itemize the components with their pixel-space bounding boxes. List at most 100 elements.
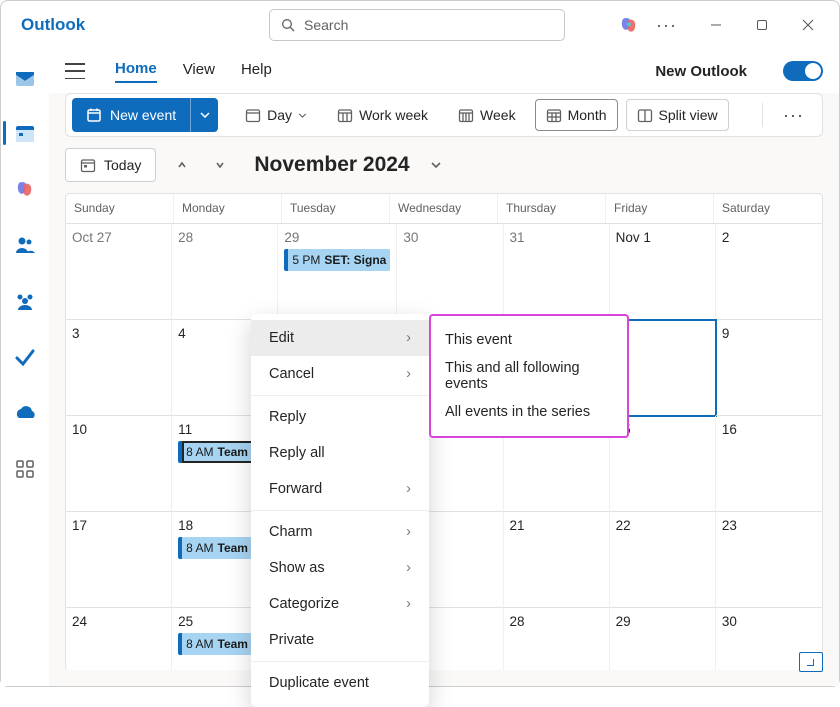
calendar-cell[interactable]: Oct 27 bbox=[66, 224, 172, 320]
ctx-charm[interactable]: Charm› bbox=[251, 514, 429, 550]
left-rail bbox=[1, 49, 49, 686]
rail-people[interactable] bbox=[1, 225, 49, 265]
hamburger-icon[interactable] bbox=[65, 63, 85, 79]
titlebar-more-icon[interactable]: ··· bbox=[648, 15, 685, 36]
date-label: 15 bbox=[616, 422, 709, 437]
maximize-button[interactable] bbox=[739, 9, 785, 41]
rail-mail[interactable] bbox=[1, 57, 49, 97]
calendar-cell[interactable]: 24 bbox=[66, 608, 172, 670]
calendar-cell[interactable]: 29 bbox=[610, 608, 716, 670]
ctx-reply-all[interactable]: Reply all bbox=[251, 435, 429, 471]
calendar-cell[interactable]: 21 bbox=[504, 512, 610, 608]
app-name: Outlook bbox=[9, 15, 269, 35]
ctx-reply-label: Reply bbox=[269, 409, 306, 425]
tab-home[interactable]: Home bbox=[115, 60, 157, 83]
title-bar: Outlook Search ··· bbox=[1, 1, 839, 49]
rail-more-apps[interactable] bbox=[1, 449, 49, 489]
calendar-cell[interactable]: 17 bbox=[66, 512, 172, 608]
ribbon-more-icon[interactable]: ··· bbox=[771, 105, 816, 126]
ctx-edit-label: Edit bbox=[269, 330, 294, 346]
calendar-cell[interactable]: 29 5 PMSET: Signa bbox=[278, 224, 397, 320]
view-workweek-button[interactable]: Work week bbox=[326, 99, 439, 131]
calendar-cell[interactable]: 22 bbox=[610, 512, 716, 608]
date-label: 16 bbox=[722, 422, 816, 437]
rail-onedrive[interactable] bbox=[1, 393, 49, 433]
calendar-cell[interactable]: 30 bbox=[397, 224, 503, 320]
chevron-right-icon: › bbox=[406, 560, 411, 576]
ctx-cancel-label: Cancel bbox=[269, 366, 314, 382]
split-view-button[interactable]: Split view bbox=[626, 99, 729, 131]
calendar-cell[interactable]: 16 bbox=[716, 416, 822, 512]
ctx-cancel[interactable]: Cancel› bbox=[251, 356, 429, 392]
ribbon: New event Day Work week Week bbox=[65, 93, 823, 137]
date-label: 30 bbox=[722, 614, 816, 629]
subctx-all[interactable]: All events in the series bbox=[431, 394, 627, 430]
date-nav-bar: Today November 2024 bbox=[49, 137, 839, 193]
today-button[interactable]: Today bbox=[65, 148, 156, 182]
ctx-separator bbox=[251, 510, 429, 511]
rail-groups[interactable] bbox=[1, 281, 49, 321]
date-label: 28 bbox=[178, 230, 271, 245]
search-icon bbox=[280, 17, 296, 33]
calendar-cell[interactable]: 23 bbox=[716, 512, 822, 608]
rail-todo[interactable] bbox=[1, 337, 49, 377]
calendar-cell[interactable]: Nov 1 bbox=[610, 224, 716, 320]
view-month-button[interactable]: Month bbox=[535, 99, 618, 131]
chevron-right-icon: › bbox=[406, 596, 411, 612]
date-label: Nov 1 bbox=[616, 230, 709, 245]
ctx-duplicate[interactable]: Duplicate event bbox=[251, 665, 429, 701]
ctx-show-as[interactable]: Show as› bbox=[251, 550, 429, 586]
ctx-categorize[interactable]: Categorize› bbox=[251, 586, 429, 622]
calendar-cell[interactable]: 28 bbox=[504, 608, 610, 670]
subctx-following[interactable]: This and all following events bbox=[431, 358, 627, 394]
ctx-forward[interactable]: Forward› bbox=[251, 471, 429, 507]
rail-calendar[interactable] bbox=[1, 113, 49, 153]
view-week-button[interactable]: Week bbox=[447, 99, 527, 131]
calendar-cell[interactable]: 3 bbox=[66, 320, 172, 416]
rail-copilot[interactable] bbox=[1, 169, 49, 209]
copilot-icon[interactable] bbox=[618, 14, 640, 36]
next-month-button[interactable] bbox=[208, 153, 232, 177]
event-title: SET: Signa bbox=[324, 253, 386, 267]
today-label: Today bbox=[104, 157, 141, 173]
close-button[interactable] bbox=[785, 9, 831, 41]
ctx-edit[interactable]: Edit› bbox=[251, 320, 429, 356]
calendar-cell[interactable]: 31 bbox=[504, 224, 610, 320]
dow-label: Saturday bbox=[714, 194, 822, 223]
side-panel-toggle-icon[interactable] bbox=[799, 652, 823, 672]
chevron-right-icon: › bbox=[406, 481, 411, 497]
ctx-charm-label: Charm bbox=[269, 524, 313, 540]
subctx-this-event[interactable]: This event bbox=[431, 322, 627, 358]
date-label: 28 bbox=[510, 614, 603, 629]
date-label: Oct 27 bbox=[72, 230, 165, 245]
calendar-cell[interactable]: 2 bbox=[716, 224, 822, 320]
split-view-label: Split view bbox=[659, 107, 718, 123]
ctx-separator bbox=[251, 395, 429, 396]
ctx-reply[interactable]: Reply bbox=[251, 399, 429, 435]
ctx-private[interactable]: Private bbox=[251, 622, 429, 658]
calendar-cell[interactable]: 10 bbox=[66, 416, 172, 512]
dow-label: Wednesday bbox=[390, 194, 498, 223]
prev-month-button[interactable] bbox=[170, 153, 194, 177]
calendar-body[interactable]: Oct 2728295 PMSET: Signa3031Nov 12345678… bbox=[66, 224, 822, 670]
calendar-event[interactable]: 5 PMSET: Signa bbox=[284, 249, 390, 271]
window-controls bbox=[693, 9, 831, 41]
new-outlook-label: New Outlook bbox=[655, 63, 747, 80]
new-outlook-toggle[interactable] bbox=[783, 61, 823, 81]
view-day-button[interactable]: Day bbox=[234, 99, 318, 131]
tab-view[interactable]: View bbox=[183, 61, 215, 82]
edit-submenu: This event This and all following events… bbox=[429, 314, 629, 438]
new-event-button[interactable]: New event bbox=[72, 98, 190, 132]
tab-help[interactable]: Help bbox=[241, 61, 272, 82]
month-dropdown[interactable] bbox=[430, 161, 442, 169]
dow-label: Tuesday bbox=[282, 194, 390, 223]
calendar-cell[interactable]: 28 bbox=[172, 224, 278, 320]
view-week-label: Week bbox=[480, 107, 516, 123]
menu-tabs: Home View Help New Outlook bbox=[49, 49, 839, 93]
calendar-cell[interactable]: 9 bbox=[716, 320, 822, 416]
date-label: 29 bbox=[284, 230, 390, 245]
date-label: 29 bbox=[616, 614, 709, 629]
new-event-dropdown[interactable] bbox=[190, 98, 218, 132]
search-input[interactable]: Search bbox=[269, 9, 565, 41]
minimize-button[interactable] bbox=[693, 9, 739, 41]
